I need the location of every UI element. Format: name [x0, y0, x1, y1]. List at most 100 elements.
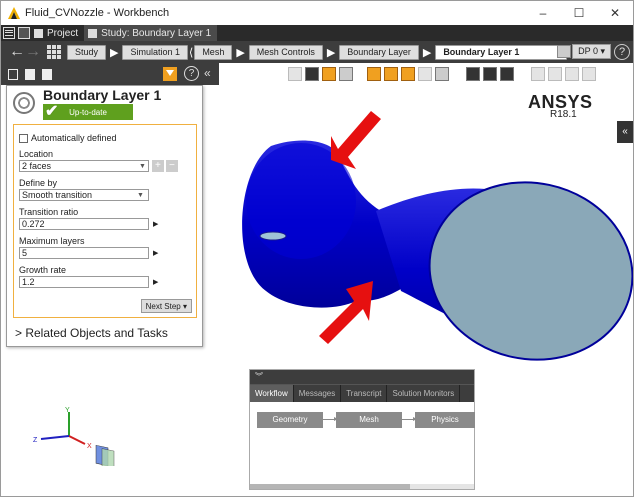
tab-solution-monitors[interactable]: Solution Monitors — [387, 385, 461, 402]
close-button[interactable]: ✕ — [597, 1, 633, 25]
design-point-dropdown[interactable]: DP 0 ▾ — [572, 44, 611, 59]
display-3-icon[interactable] — [565, 67, 579, 81]
breadcrumb: ← → Study ▶ Simulation 1 ⟨ Mesh ▶ Mesh C… — [1, 41, 633, 63]
axis-triad-icon: Y X Z — [33, 407, 115, 466]
fit-view-icon[interactable] — [500, 67, 514, 81]
collapse-panel-icon[interactable]: « — [204, 66, 211, 80]
ruler-icon[interactable] — [483, 67, 497, 81]
properties-group: Automatically defined Location 2 faces ▼… — [13, 124, 197, 318]
tab-transcript[interactable]: Transcript — [341, 385, 388, 402]
delete-icon[interactable] — [42, 68, 52, 80]
axis-x-label: X — [87, 443, 92, 450]
expand-arrow-icon[interactable]: ▶ — [153, 249, 158, 257]
breadcrumb-separator-icon: ▶ — [236, 46, 245, 59]
view-mode-2-icon[interactable] — [384, 67, 398, 81]
chevron-down-icon[interactable]: ▼ — [139, 163, 146, 170]
tab-study-label: Study: Boundary Layer 1 — [101, 27, 212, 39]
auto-defined-row[interactable]: Automatically defined — [19, 133, 191, 143]
related-objects-link[interactable]: > Related Objects and Tasks — [15, 326, 168, 340]
next-step-button[interactable]: Next Step ▾ — [140, 299, 192, 313]
breadcrumb-separator-icon: ⟨ — [189, 46, 194, 59]
workflow-diagram: Geometry Mesh Physics — [250, 402, 475, 489]
window-title: Fluid_CVNozzle - Workbench — [25, 7, 170, 19]
workflow-node-mesh[interactable]: Mesh — [336, 412, 402, 428]
select-body-icon[interactable] — [305, 67, 319, 81]
max-layers-label: Maximum layers — [19, 236, 85, 246]
ansys-logo-icon — [8, 7, 20, 19]
tab-project[interactable]: Project — [30, 25, 84, 41]
maximize-button[interactable]: ☐ — [561, 1, 597, 25]
panel-help-icon[interactable]: ? — [184, 66, 199, 81]
copy-icon[interactable] — [25, 68, 35, 80]
graphics-toolbar — [219, 63, 633, 85]
grid-icon[interactable] — [47, 45, 61, 59]
boundary-arrow-top — [331, 111, 381, 169]
view-mode-5-icon[interactable] — [435, 67, 449, 81]
location-field[interactable]: 2 faces — [19, 160, 149, 172]
back-arrow-icon[interactable]: ← — [9, 41, 25, 63]
properties-panel: Boundary Layer 1 Up-to-date ✔ Automatica… — [6, 85, 203, 347]
check-icon: ✔ — [45, 103, 59, 120]
breadcrumb-boundary-layer-1[interactable]: Boundary Layer 1 — [435, 44, 568, 60]
define-by-label: Define by — [19, 178, 58, 188]
expand-arrow-icon[interactable]: ▶ — [153, 278, 158, 286]
select-icon[interactable] — [288, 67, 302, 81]
auto-defined-checkbox[interactable] — [19, 133, 28, 143]
tab-workflow[interactable]: Workflow — [250, 385, 294, 402]
growth-rate-label: Growth rate — [19, 265, 67, 275]
chevron-right-icon: > — [15, 326, 26, 340]
menu-icon[interactable] — [3, 27, 15, 39]
title-bar: Fluid_CVNozzle - Workbench – ☐ ✕ — [1, 1, 633, 25]
filter-icon[interactable] — [163, 67, 177, 81]
design-points-icon[interactable] — [557, 45, 571, 58]
related-label: Related Objects and Tasks — [25, 326, 168, 340]
breadcrumb-simulation[interactable]: Simulation 1 — [122, 44, 189, 60]
horizontal-scrollbar[interactable] — [250, 484, 474, 489]
tab-study[interactable]: Study: Boundary Layer 1 — [84, 25, 218, 41]
workflow-node-physics[interactable]: Physics — [415, 412, 475, 428]
breadcrumb-study[interactable]: Study — [67, 44, 107, 60]
view-mode-4-icon[interactable] — [418, 67, 432, 81]
breadcrumb-mesh[interactable]: Mesh — [194, 44, 233, 60]
tab-messages[interactable]: Messages — [294, 385, 342, 402]
auto-defined-label: Automatically defined — [31, 133, 117, 143]
expand-arrow-icon[interactable]: ▶ — [153, 220, 158, 228]
breadcrumb-mesh-controls[interactable]: Mesh Controls — [248, 44, 323, 60]
location-label: Location — [19, 149, 54, 159]
chevron-down-icon[interactable]: ▼ — [137, 192, 144, 199]
panel-title: Boundary Layer 1 — [43, 87, 162, 103]
remove-location-button[interactable]: − — [165, 160, 178, 172]
window-layout-icon[interactable] — [18, 27, 30, 39]
collapse-workflow-icon[interactable]: ︾ — [250, 370, 474, 384]
max-layers-input[interactable]: 5 — [19, 247, 149, 259]
breadcrumb-boundary-layer[interactable]: Boundary Layer — [339, 44, 419, 60]
view-mode-3-icon[interactable] — [401, 67, 415, 81]
display-4-icon[interactable] — [582, 67, 596, 81]
study-icon — [88, 28, 98, 38]
workflow-node-geometry[interactable]: Geometry — [257, 412, 323, 428]
select-face-icon[interactable] — [322, 67, 336, 81]
axis-y-label: Y — [65, 407, 70, 414]
define-by-select[interactable]: Smooth transition — [19, 189, 149, 201]
boundary-layer-icon — [13, 92, 35, 114]
transition-ratio-label: Transition ratio — [19, 207, 79, 217]
display-1-icon[interactable] — [531, 67, 545, 81]
growth-rate-input[interactable]: 1.2 — [19, 276, 149, 288]
select-edge-icon[interactable] — [339, 67, 353, 81]
view-mode-1-icon[interactable] — [367, 67, 381, 81]
add-object-icon[interactable] — [8, 68, 18, 80]
display-2-icon[interactable] — [548, 67, 562, 81]
transition-ratio-input[interactable]: 0.272 — [19, 218, 149, 230]
nozzle-model[interactable] — [231, 101, 634, 371]
minimize-button[interactable]: – — [525, 1, 561, 25]
camera-icon[interactable] — [466, 67, 480, 81]
axis-z-label: Z — [33, 437, 38, 444]
workflow-link — [323, 417, 338, 421]
help-icon[interactable]: ? — [614, 44, 630, 60]
add-location-button[interactable]: + — [151, 160, 164, 172]
workflow-link — [402, 417, 417, 421]
breadcrumb-separator-icon: ▶ — [422, 46, 432, 59]
forward-arrow-icon[interactable]: → — [25, 41, 41, 63]
breadcrumb-separator-icon: ▶ — [110, 46, 119, 59]
panel-toolbar: ? « — [1, 63, 219, 85]
